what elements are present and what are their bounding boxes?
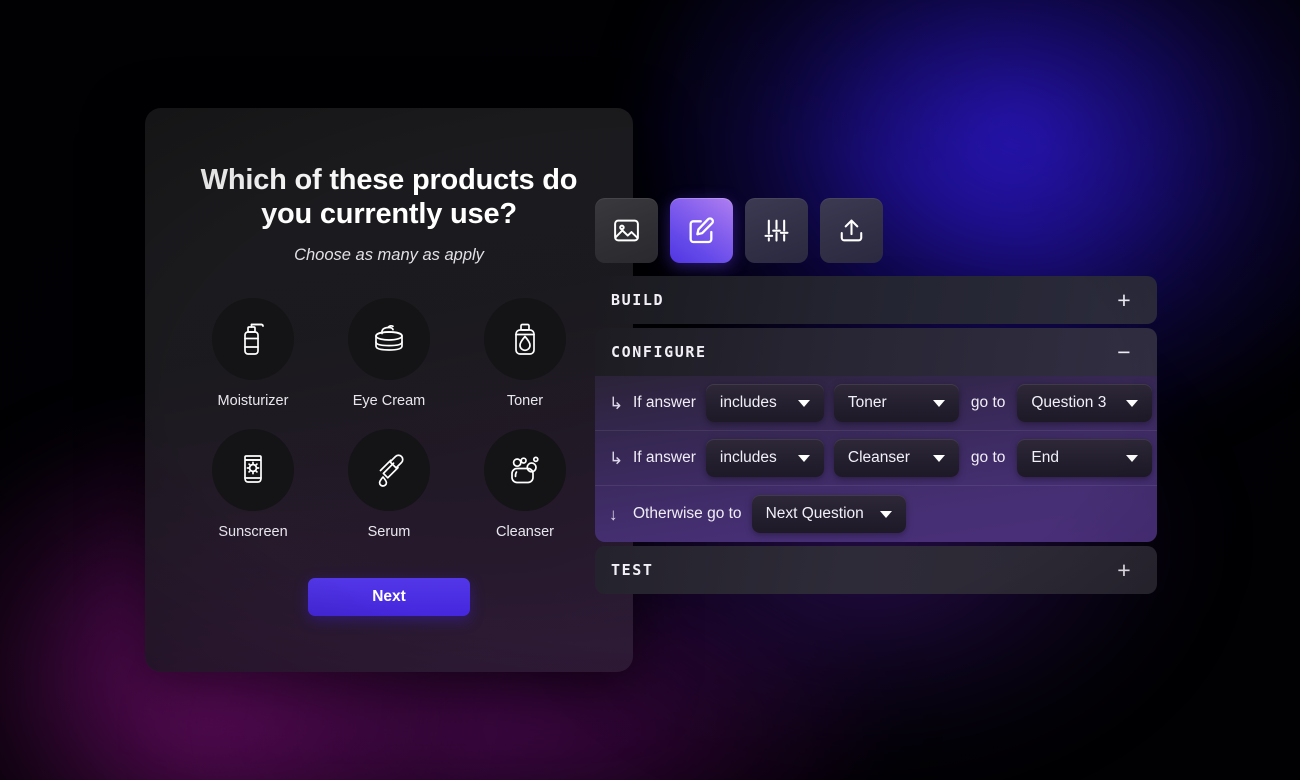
chevron-down-icon bbox=[919, 454, 945, 462]
editor-panel: BUILD + CONFIGURE − ↳ If answer includes bbox=[595, 198, 1157, 594]
cream-jar-icon bbox=[365, 315, 413, 363]
option-label: Serum bbox=[367, 523, 411, 540]
chevron-down-icon bbox=[919, 399, 945, 407]
option-label: Moisturizer bbox=[217, 392, 289, 409]
share-button[interactable] bbox=[820, 198, 883, 263]
branch-arrow-icon: ↳ bbox=[609, 448, 624, 468]
rule-prefix-label: If answer bbox=[633, 394, 696, 411]
droplet-bottle-icon bbox=[502, 316, 548, 362]
rule-operator-value: includes bbox=[719, 394, 777, 411]
option-cleanser[interactable]: Cleanser bbox=[468, 428, 582, 540]
option-icon-wrap bbox=[484, 428, 566, 511]
option-label: Toner bbox=[506, 392, 544, 409]
collapse-configure-icon[interactable]: − bbox=[1113, 340, 1135, 364]
chevron-down-icon bbox=[866, 510, 892, 518]
rule-connector-label: go to bbox=[970, 449, 1006, 466]
expand-build-icon[interactable]: + bbox=[1113, 288, 1135, 312]
section-header-configure[interactable]: CONFIGURE − bbox=[595, 328, 1157, 376]
section-header-test[interactable]: TEST + bbox=[595, 546, 1157, 594]
option-eye-cream[interactable]: Eye Cream bbox=[332, 297, 446, 409]
survey-question-subtitle: Choose as many as apply bbox=[294, 245, 484, 264]
rule-operator-dropdown[interactable]: includes bbox=[705, 384, 824, 422]
option-moisturizer[interactable]: Moisturizer bbox=[196, 297, 310, 409]
dropper-icon bbox=[365, 446, 413, 494]
rule-row: ↳ If answer includes Toner go to Questio… bbox=[595, 376, 1157, 431]
rule-row: ↳ If answer includes Cleanser go to End bbox=[595, 431, 1157, 486]
fallback-target-dropdown[interactable]: Next Question bbox=[751, 495, 906, 533]
option-toner[interactable]: Toner bbox=[468, 297, 582, 409]
product-options-grid: Moisturizer Eye Cream Toner Sunscreen Se… bbox=[185, 297, 593, 540]
image-icon bbox=[612, 216, 641, 245]
upload-icon bbox=[837, 216, 866, 245]
section-test: TEST + bbox=[595, 546, 1157, 594]
rule-operator-dropdown[interactable]: includes bbox=[705, 439, 824, 477]
section-title: BUILD bbox=[611, 291, 665, 309]
next-button[interactable]: Next bbox=[308, 577, 470, 616]
rule-value: Toner bbox=[847, 394, 887, 411]
branch-arrow-icon: ↳ bbox=[609, 393, 624, 413]
option-sunscreen[interactable]: Sunscreen bbox=[196, 428, 310, 540]
image-button[interactable] bbox=[595, 198, 658, 263]
fallback-label: Otherwise go to bbox=[633, 505, 742, 522]
screen-root: Which of these products do you currently… bbox=[0, 0, 1300, 780]
rule-target-value: Question 3 bbox=[1031, 394, 1107, 411]
rule-operator-value: includes bbox=[719, 449, 777, 466]
section-header-build[interactable]: BUILD + bbox=[595, 276, 1157, 324]
down-arrow-icon: ↓ bbox=[609, 504, 618, 524]
edit-button[interactable] bbox=[670, 198, 733, 263]
option-icon-wrap bbox=[348, 297, 430, 380]
adjust-button[interactable] bbox=[745, 198, 808, 263]
rule-connector-label: go to bbox=[970, 394, 1006, 411]
survey-preview-card: Which of these products do you currently… bbox=[145, 108, 633, 672]
section-configure: CONFIGURE − ↳ If answer includes Toner g… bbox=[595, 328, 1157, 542]
option-label: Eye Cream bbox=[352, 392, 426, 409]
chevron-down-icon bbox=[784, 399, 810, 407]
sunscreen-tube-icon bbox=[230, 447, 276, 493]
option-label: Sunscreen bbox=[218, 523, 288, 540]
pump-bottle-icon bbox=[230, 316, 276, 362]
section-build: BUILD + bbox=[595, 276, 1157, 324]
fallback-target-value: Next Question bbox=[765, 505, 864, 522]
fallback-row: ↓ Otherwise go to Next Question bbox=[595, 486, 1157, 542]
editor-toolbar bbox=[595, 198, 1157, 263]
chevron-down-icon bbox=[1112, 399, 1139, 407]
rule-value: Cleanser bbox=[847, 449, 910, 466]
survey-question-title: Which of these products do you currently… bbox=[200, 164, 578, 230]
rule-value-dropdown[interactable]: Toner bbox=[833, 384, 959, 422]
option-icon-wrap bbox=[212, 428, 294, 511]
edit-icon bbox=[686, 215, 717, 246]
configure-body: ↳ If answer includes Toner go to Questio… bbox=[595, 376, 1157, 542]
rule-target-value: End bbox=[1031, 449, 1059, 466]
option-icon-wrap bbox=[212, 297, 294, 380]
rule-target-dropdown[interactable]: End bbox=[1017, 439, 1153, 477]
rule-target-dropdown[interactable]: Question 3 bbox=[1017, 384, 1153, 422]
section-title: TEST bbox=[611, 561, 654, 579]
option-icon-wrap bbox=[348, 428, 430, 511]
rule-prefix-label: If answer bbox=[633, 449, 696, 466]
section-title: CONFIGURE bbox=[611, 343, 707, 361]
option-icon-wrap bbox=[484, 297, 566, 380]
chevron-down-icon bbox=[1112, 454, 1139, 462]
soap-bubbles-icon bbox=[501, 446, 549, 494]
sliders-icon bbox=[762, 216, 791, 245]
option-label: Cleanser bbox=[495, 523, 555, 540]
expand-test-icon[interactable]: + bbox=[1113, 558, 1135, 582]
rule-value-dropdown[interactable]: Cleanser bbox=[833, 439, 959, 477]
chevron-down-icon bbox=[784, 454, 810, 462]
option-serum[interactable]: Serum bbox=[332, 428, 446, 540]
